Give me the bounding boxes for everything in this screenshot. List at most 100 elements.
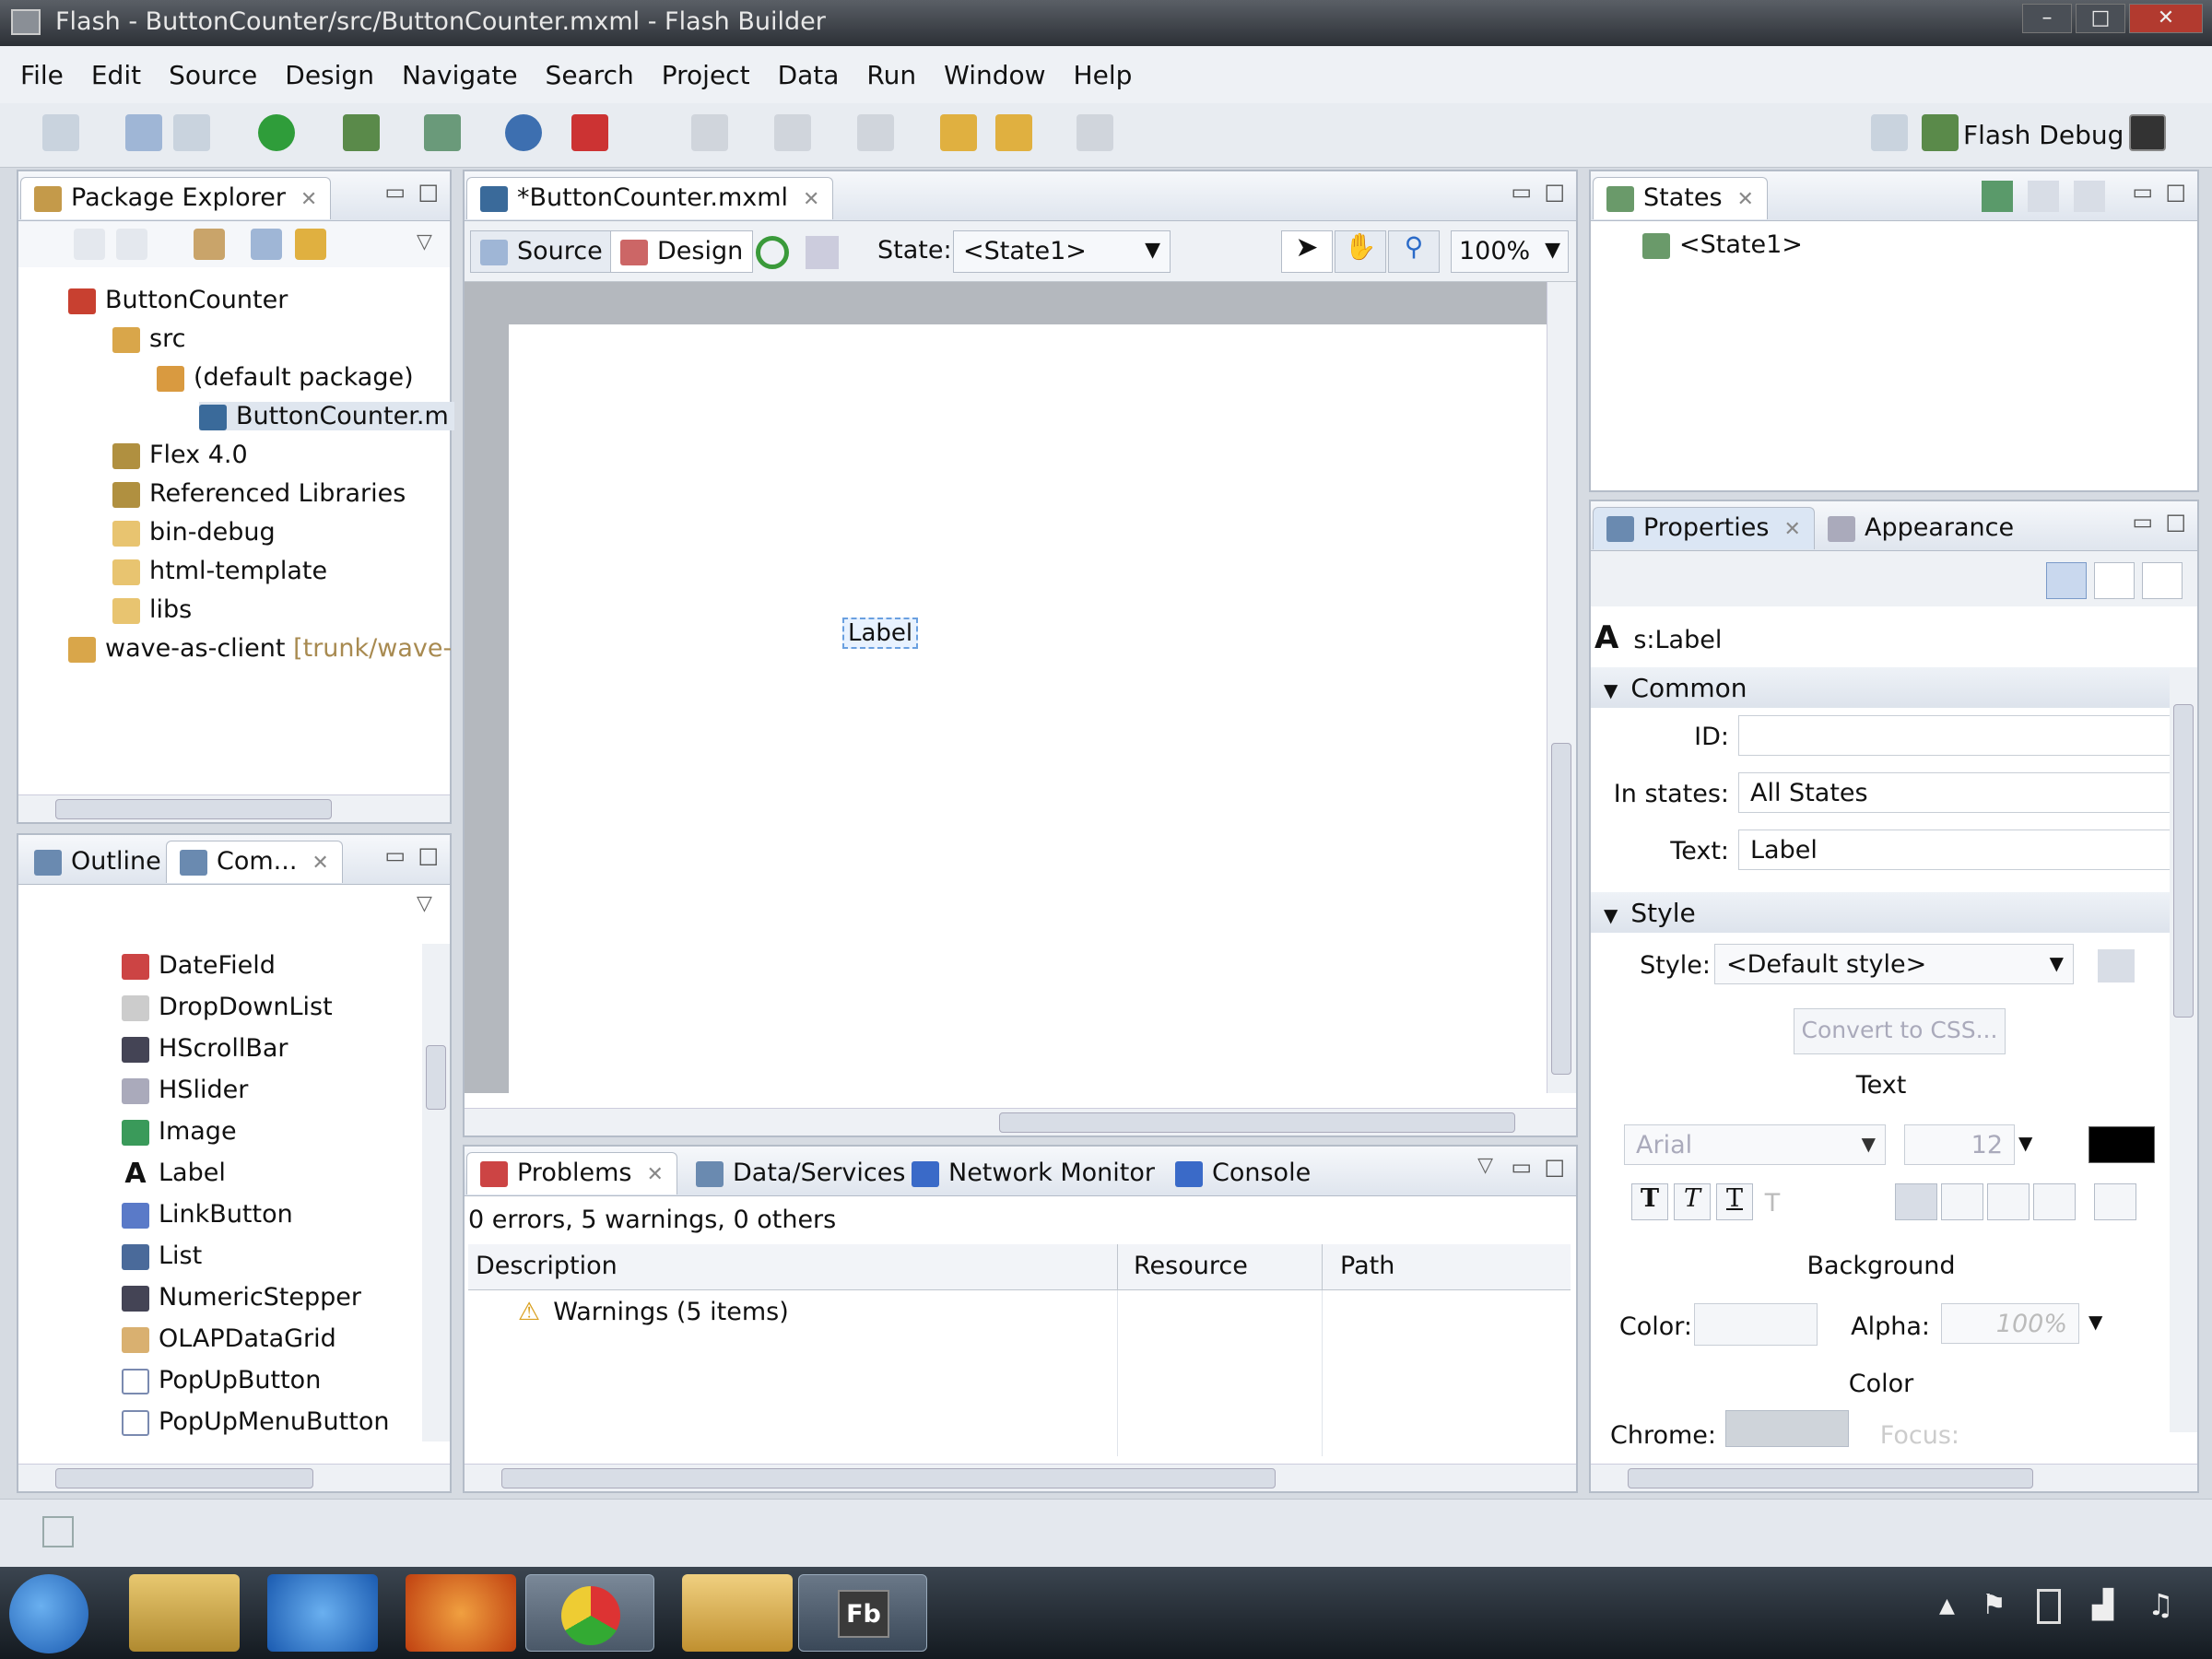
indent-icon[interactable]: [2094, 1183, 2136, 1220]
tree-item-default-package[interactable]: (default package): [157, 363, 414, 392]
menu-help[interactable]: Help: [1074, 60, 1133, 90]
close-button[interactable]: ✕: [2129, 4, 2203, 33]
tab-components[interactable]: Com... ✕: [166, 841, 343, 883]
maximize-view-icon[interactable]: □: [2165, 509, 2186, 535]
collapse-all-icon[interactable]: [251, 229, 282, 260]
annotation-icon[interactable]: [774, 114, 811, 151]
scrollbar-thumb[interactable]: [1628, 1468, 2033, 1488]
minimize-view-icon[interactable]: ▭: [2132, 509, 2153, 535]
run-icon[interactable]: [258, 114, 295, 151]
properties-hscrollbar[interactable]: [1591, 1464, 2197, 1491]
select-tool-icon[interactable]: ➤: [1281, 230, 1333, 273]
fast-view-icon[interactable]: [42, 1516, 74, 1547]
minimize-view-icon[interactable]: ▭: [1511, 1154, 1532, 1180]
component-datefield[interactable]: DateField: [122, 951, 276, 980]
forward-nav-icon[interactable]: [116, 229, 147, 260]
text-field[interactable]: Label: [1738, 830, 2171, 870]
pencil-icon[interactable]: [691, 114, 728, 151]
tab-console[interactable]: Console: [1161, 1152, 1324, 1194]
bold-icon[interactable]: T: [1631, 1183, 1668, 1220]
scrollbar-thumb[interactable]: [2173, 704, 2194, 1018]
link-editor-icon[interactable]: [295, 229, 326, 260]
style-menu-icon[interactable]: [2098, 949, 2135, 982]
strikethrough-icon[interactable]: T: [1759, 1189, 1786, 1218]
new-icon[interactable]: [42, 114, 79, 151]
tab-states[interactable]: States ✕: [1593, 177, 1768, 219]
package-explorer-hscrollbar[interactable]: [18, 794, 450, 822]
hand-tool-icon[interactable]: ✋: [1335, 230, 1386, 273]
maximize-view-icon[interactable]: □: [2165, 179, 2186, 205]
tab-appearance[interactable]: Appearance: [1814, 507, 2028, 549]
flash-perspective-icon[interactable]: [2129, 114, 2166, 151]
export-icon[interactable]: [505, 114, 542, 151]
section-style[interactable]: ▼ Style: [1591, 892, 2171, 933]
close-icon[interactable]: ✕: [1737, 188, 1754, 211]
component-list[interactable]: List: [122, 1241, 202, 1270]
category-view-icon[interactable]: [2094, 562, 2135, 599]
delete-state-icon[interactable]: [2074, 181, 2105, 212]
preview-icon[interactable]: [806, 236, 839, 269]
flash-builder-taskbar-icon[interactable]: Fb: [798, 1574, 927, 1652]
tree-item-libs[interactable]: libs: [112, 595, 192, 624]
close-icon[interactable]: ✕: [803, 188, 819, 211]
action-center-icon[interactable]: ⚑: [1982, 1589, 2006, 1621]
component-hslider[interactable]: HSlider: [122, 1076, 248, 1104]
column-path[interactable]: Path: [1340, 1252, 1394, 1280]
chrome-color-swatch[interactable]: [1725, 1410, 1849, 1447]
column-description[interactable]: Description: [476, 1252, 1112, 1280]
application-canvas[interactable]: Label: [509, 324, 1548, 1093]
column-resource[interactable]: Resource: [1134, 1252, 1248, 1280]
state-dropdown[interactable]: <State1> ▼: [953, 230, 1171, 273]
show-hidden-icons[interactable]: ▲: [1939, 1594, 1955, 1618]
save-all-icon[interactable]: [173, 114, 210, 151]
component-hscrollbar[interactable]: HScrollBar: [122, 1034, 288, 1063]
component-image[interactable]: Image: [122, 1117, 237, 1146]
chrome-taskbar-icon[interactable]: [525, 1574, 654, 1652]
font-family-dropdown[interactable]: Arial ▼: [1624, 1124, 1886, 1165]
chevron-down-icon[interactable]: ▼: [2088, 1311, 2102, 1333]
underline-icon[interactable]: T: [1716, 1183, 1753, 1220]
search-ext-icon[interactable]: [571, 114, 608, 151]
tab-package-explorer[interactable]: Package Explorer ✕: [20, 177, 332, 219]
standard-view-icon[interactable]: [2046, 562, 2087, 599]
canvas-hscrollbar[interactable]: [465, 1108, 1576, 1135]
style-dropdown[interactable]: <Default style> ▼: [1714, 944, 2074, 984]
profile-icon[interactable]: [424, 114, 461, 151]
state-item[interactable]: <State1>: [1642, 230, 1803, 259]
tab-buttoncounter-mxml[interactable]: *ButtonCounter.mxml ✕: [466, 177, 834, 219]
tab-problems[interactable]: Problems ✕: [466, 1152, 677, 1194]
forward-icon[interactable]: [1077, 114, 1113, 151]
component-linkbutton[interactable]: LinkButton: [122, 1200, 293, 1229]
menu-project[interactable]: Project: [662, 60, 750, 90]
network-icon[interactable]: ▟: [2092, 1589, 2113, 1621]
minimize-view-icon[interactable]: ▭: [1511, 179, 1532, 205]
tree-item-referenced-libraries[interactable]: Referenced Libraries: [112, 479, 406, 508]
refresh-icon[interactable]: [756, 236, 789, 269]
menu-window[interactable]: Window: [944, 60, 1045, 90]
edit-state-icon[interactable]: [2028, 181, 2059, 212]
maximize-view-icon[interactable]: □: [418, 842, 439, 868]
align-right-icon[interactable]: [1987, 1183, 2030, 1220]
align-left-icon[interactable]: [1895, 1183, 1937, 1220]
scrollbar-thumb[interactable]: [999, 1112, 1515, 1133]
start-button[interactable]: [9, 1574, 88, 1653]
canvas-label[interactable]: Label: [842, 618, 919, 649]
menu-edit[interactable]: Edit: [91, 60, 141, 90]
maximize-view-icon[interactable]: □: [1544, 179, 1565, 205]
table-row[interactable]: ⚠ Warnings (5 items): [518, 1298, 789, 1326]
background-color-swatch[interactable]: [1694, 1303, 1818, 1346]
alpha-field[interactable]: 100%: [1941, 1303, 2079, 1344]
text-color-swatch[interactable]: [2088, 1126, 2155, 1163]
italic-icon[interactable]: T: [1674, 1183, 1711, 1220]
firefox-icon[interactable]: [406, 1574, 516, 1652]
alphabetical-view-icon[interactable]: [2142, 562, 2183, 599]
components-vscrollbar[interactable]: [422, 944, 450, 1441]
minimize-button[interactable]: –: [2022, 4, 2072, 33]
last-edit-icon[interactable]: [940, 114, 977, 151]
maximize-view-icon[interactable]: □: [418, 179, 439, 205]
problems-hscrollbar[interactable]: [465, 1464, 1576, 1491]
menu-run[interactable]: Run: [866, 60, 916, 90]
align-justify-icon[interactable]: [2033, 1183, 2076, 1220]
id-field[interactable]: [1738, 715, 2171, 756]
tree-item-src[interactable]: src: [112, 324, 185, 353]
